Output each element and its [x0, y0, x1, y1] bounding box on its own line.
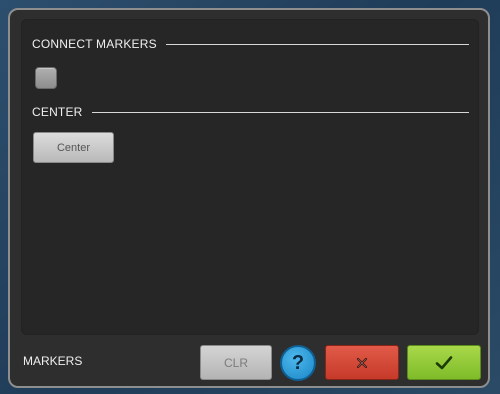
markers-dialog: CONNECT MARKERS CENTER Center MARKERS CL…: [8, 8, 490, 388]
settings-panel: CONNECT MARKERS CENTER Center: [21, 19, 479, 335]
connect-markers-checkbox[interactable]: [35, 67, 57, 89]
section-divider: [91, 111, 469, 113]
connect-markers-header: CONNECT MARKERS: [32, 36, 469, 52]
dialog-title: MARKERS: [23, 354, 83, 368]
ok-button[interactable]: [407, 345, 481, 380]
help-icon: ?: [291, 351, 305, 374]
center-button[interactable]: Center: [33, 132, 114, 163]
section-divider: [165, 43, 469, 45]
connect-markers-title: CONNECT MARKERS: [32, 37, 157, 51]
clear-button[interactable]: CLR: [200, 345, 272, 380]
center-title: CENTER: [32, 105, 83, 119]
center-header: CENTER: [32, 104, 469, 120]
cancel-button[interactable]: [325, 345, 399, 380]
check-icon: [435, 355, 453, 369]
x-icon: [356, 357, 368, 368]
help-button[interactable]: ?: [280, 345, 316, 381]
